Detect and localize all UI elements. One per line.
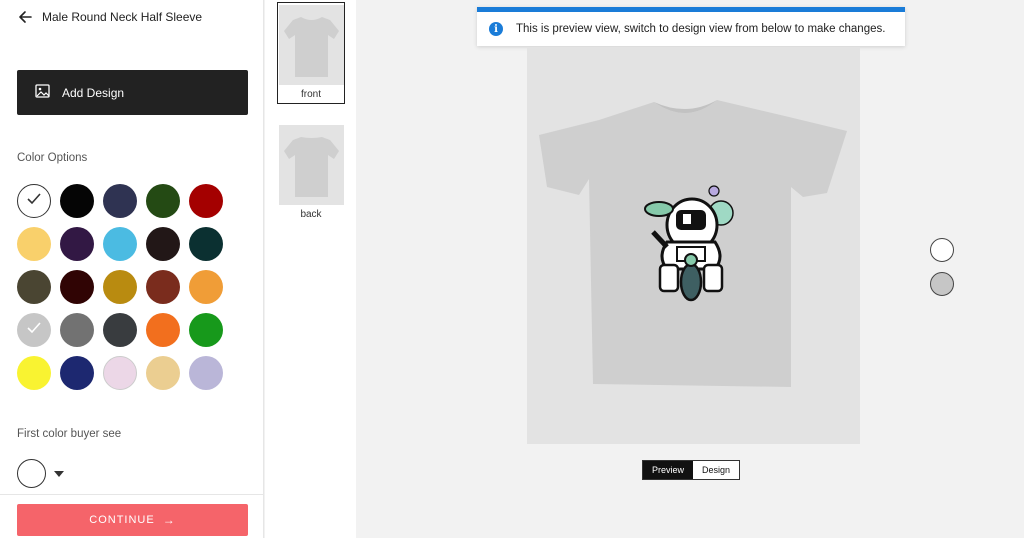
tshirt-back-thumbnail (278, 125, 344, 205)
preview-color-picker (930, 238, 954, 306)
color-swatch[interactable] (60, 227, 94, 261)
color-swatch[interactable] (60, 184, 94, 218)
color-swatch[interactable] (17, 227, 51, 261)
color-swatch[interactable] (189, 227, 223, 261)
product-title: Male Round Neck Half Sleeve (42, 10, 203, 24)
tshirt-front-thumbnail (278, 5, 344, 85)
preview-tab[interactable]: Preview (643, 461, 694, 479)
tshirt-mockup (539, 100, 847, 387)
thumbnail-front-label: front (300, 89, 321, 100)
color-swatch[interactable] (103, 184, 137, 218)
color-swatch-grid (17, 184, 237, 390)
thumbnail-back-label: back (300, 209, 322, 220)
color-swatch[interactable] (146, 270, 180, 304)
color-swatch[interactable] (103, 227, 137, 261)
product-preview (527, 47, 860, 444)
design-tab[interactable]: Design (693, 461, 740, 479)
first-color-select[interactable] (17, 459, 64, 488)
continue-label: CONTINUE (89, 514, 155, 526)
add-design-button[interactable]: Add Design (17, 70, 248, 115)
info-icon: i (489, 22, 503, 36)
check-icon (27, 321, 41, 339)
color-swatch[interactable] (103, 270, 137, 304)
notice-text: This is preview view, switch to design v… (516, 23, 886, 35)
color-swatch[interactable] (60, 313, 94, 347)
check-icon (27, 192, 41, 210)
divider (0, 494, 264, 495)
back-arrow-icon[interactable] (16, 8, 34, 26)
preview-canvas: i This is preview view, switch to design… (356, 0, 1024, 538)
color-swatch[interactable] (146, 356, 180, 390)
continue-button[interactable]: CONTINUE → (17, 504, 248, 536)
options-panel: Male Round Neck Half Sleeve Add Design C… (0, 0, 264, 538)
color-swatch[interactable] (60, 270, 94, 304)
color-swatch[interactable] (146, 184, 180, 218)
color-options-label: Color Options (17, 152, 88, 164)
view-thumbnails: front back (265, 0, 356, 538)
color-swatch[interactable] (17, 356, 51, 390)
color-swatch[interactable] (60, 356, 94, 390)
caret-down-icon[interactable] (54, 470, 64, 477)
preview-notice: i This is preview view, switch to design… (477, 7, 905, 46)
image-icon (35, 84, 50, 101)
first-color-swatch[interactable] (17, 459, 46, 488)
color-swatch[interactable] (189, 270, 223, 304)
color-swatch[interactable] (146, 313, 180, 347)
panel-header: Male Round Neck Half Sleeve (16, 6, 202, 28)
color-swatch[interactable] (103, 356, 137, 390)
color-swatch[interactable] (189, 356, 223, 390)
color-swatch[interactable] (17, 270, 51, 304)
preview-color-option[interactable] (930, 238, 954, 262)
add-design-label: Add Design (62, 85, 125, 100)
color-swatch[interactable] (146, 227, 180, 261)
color-swatch[interactable] (189, 313, 223, 347)
first-color-label: First color buyer see (17, 428, 122, 440)
color-swatch[interactable] (103, 313, 137, 347)
color-swatch[interactable] (189, 184, 223, 218)
arrow-right-icon: → (162, 513, 176, 527)
color-swatch[interactable] (17, 184, 51, 218)
thumbnail-back[interactable]: back (277, 125, 345, 223)
preview-color-option[interactable] (930, 272, 954, 296)
thumbnail-front[interactable]: front (277, 2, 345, 104)
color-swatch[interactable] (17, 313, 51, 347)
view-toggle: Preview Design (642, 460, 741, 480)
